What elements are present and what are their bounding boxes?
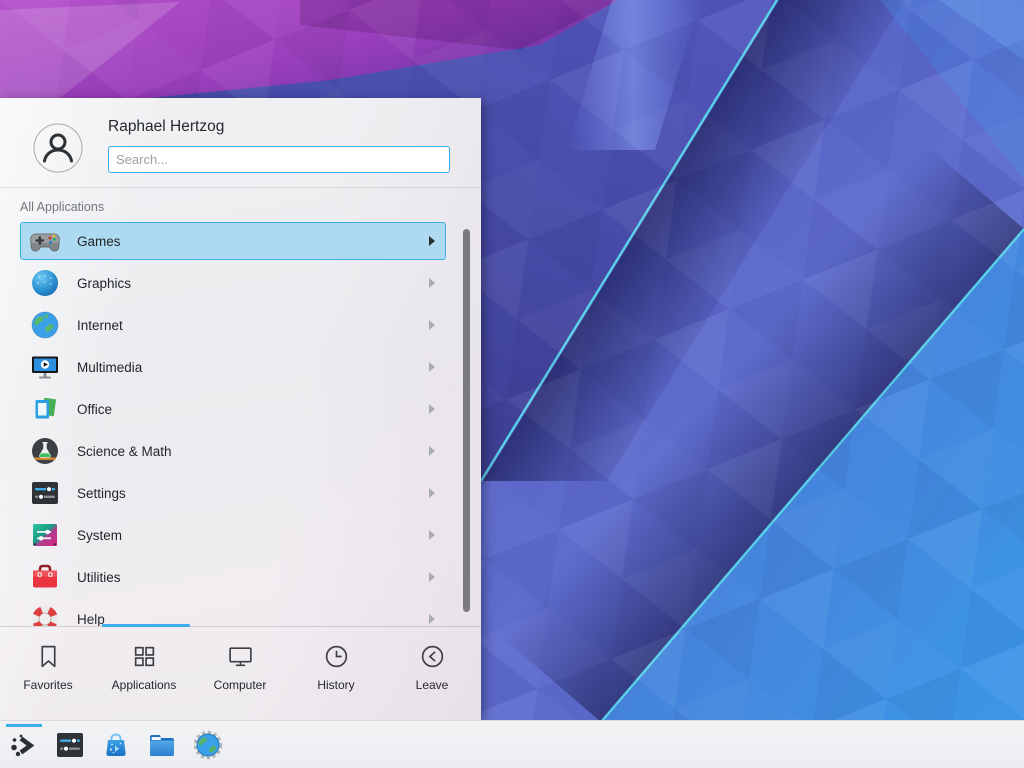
- category-item-help[interactable]: Help: [20, 600, 446, 626]
- toolbox-icon: [29, 561, 61, 593]
- kickoff-tab-bar: Favorites Applications C: [0, 628, 481, 720]
- active-tab-indicator: [102, 624, 190, 627]
- tab-label: Computer: [214, 678, 267, 692]
- bookmark-icon: [35, 643, 62, 670]
- tab-label: Favorites: [23, 678, 72, 692]
- tab-computer[interactable]: Computer: [192, 628, 288, 720]
- category-item-science-math[interactable]: Science & Math: [20, 432, 446, 470]
- section-label: All Applications: [20, 200, 104, 214]
- folder-icon: [146, 729, 178, 761]
- chevron-right-icon: [429, 320, 435, 330]
- sliders-dark-icon: [29, 477, 61, 509]
- leave-circle-icon: [419, 643, 446, 670]
- chevron-right-icon: [429, 614, 435, 624]
- taskbar: ES 7:03 PM 4/24/21: [0, 720, 1024, 768]
- category-label: System: [77, 528, 122, 543]
- tab-applications[interactable]: Applications: [96, 628, 192, 720]
- launcher-active-indicator: [6, 724, 42, 727]
- category-label: Multimedia: [77, 360, 142, 375]
- category-label: Utilities: [77, 570, 121, 585]
- category-item-utilities[interactable]: Utilities: [20, 558, 446, 596]
- media-player-icon: [29, 351, 61, 383]
- category-label: Office: [77, 402, 112, 417]
- category-label: Help: [77, 612, 105, 627]
- chevron-right-icon: [429, 572, 435, 582]
- category-item-office[interactable]: Office: [20, 390, 446, 428]
- tab-label: Leave: [416, 678, 449, 692]
- desktop: Raphael Hertzog All Applications: [0, 0, 1024, 768]
- header-separator: [0, 187, 481, 188]
- chevron-right-icon: [429, 278, 435, 288]
- discover-button[interactable]: [100, 729, 132, 761]
- category-label: Settings: [77, 486, 126, 501]
- grid-icon: [131, 643, 158, 670]
- tab-label: History: [317, 678, 354, 692]
- application-launcher-menu: Raphael Hertzog All Applications: [0, 98, 481, 720]
- flask-icon: [29, 435, 61, 467]
- search-input[interactable]: [108, 146, 450, 173]
- tab-leave[interactable]: Leave: [384, 628, 480, 720]
- graphics-sphere-icon: [29, 267, 61, 299]
- chevron-right-icon: [429, 236, 435, 246]
- user-avatar[interactable]: [33, 123, 83, 173]
- file-manager-button[interactable]: [146, 729, 178, 761]
- user-name: Raphael Hertzog: [108, 118, 224, 136]
- chevron-right-icon: [429, 362, 435, 372]
- category-item-graphics[interactable]: Graphics: [20, 264, 446, 302]
- chevron-right-icon: [429, 446, 435, 456]
- category-list: Games Graph: [20, 222, 446, 626]
- tab-label: Applications: [112, 678, 177, 692]
- web-browser-button[interactable]: [192, 729, 224, 761]
- tab-history[interactable]: History: [288, 628, 384, 720]
- system-settings-button[interactable]: [54, 729, 86, 761]
- kde-launcher-icon: [8, 729, 40, 761]
- category-item-games[interactable]: Games: [20, 222, 446, 260]
- category-label: Games: [77, 234, 121, 249]
- application-launcher-button[interactable]: [8, 729, 40, 761]
- category-label: Internet: [77, 318, 123, 333]
- sliders-color-icon: [29, 519, 61, 551]
- category-item-multimedia[interactable]: Multimedia: [20, 348, 446, 386]
- category-item-settings[interactable]: Settings: [20, 474, 446, 512]
- gamepad-icon: [29, 225, 61, 257]
- discover-bag-icon: [100, 729, 132, 761]
- chevron-right-icon: [429, 488, 435, 498]
- scrollbar-handle[interactable]: [463, 229, 470, 612]
- system-settings-icon: [54, 729, 86, 761]
- globe-gear-icon: [192, 729, 224, 761]
- category-item-system[interactable]: System: [20, 516, 446, 554]
- category-item-internet[interactable]: Internet: [20, 306, 446, 344]
- tab-favorites[interactable]: Favorites: [0, 628, 96, 720]
- monitor-icon: [227, 643, 254, 670]
- documents-icon: [29, 393, 61, 425]
- lifebuoy-icon: [29, 603, 61, 626]
- clock-icon: [323, 643, 350, 670]
- category-label: Science & Math: [77, 444, 172, 459]
- globe-icon: [29, 309, 61, 341]
- footer-separator: [0, 626, 481, 627]
- chevron-right-icon: [429, 404, 435, 414]
- category-label: Graphics: [77, 276, 131, 291]
- chevron-right-icon: [429, 530, 435, 540]
- search-box: [108, 146, 450, 173]
